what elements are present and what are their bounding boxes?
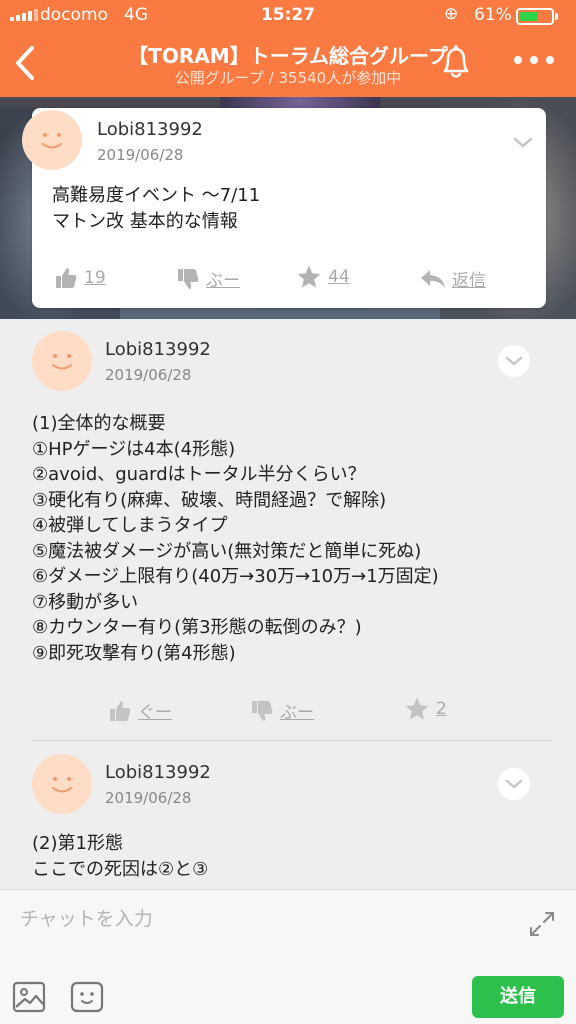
- sticker-button[interactable]: [70, 980, 104, 1014]
- more-icon: [546, 56, 554, 64]
- dislike-button[interactable]: ぶー: [176, 266, 240, 291]
- star-icon: [405, 697, 429, 720]
- message-body: (2)第1形態 ここでの死因は②と③: [32, 833, 209, 880]
- chat-input[interactable]: チャットを入力: [20, 904, 510, 938]
- reply-button[interactable]: 返信: [420, 266, 486, 291]
- thumbs-up-icon: [110, 700, 131, 721]
- chevron-down-icon[interactable]: [498, 768, 530, 800]
- send-button[interactable]: 送信: [472, 976, 564, 1018]
- pinned-message-body: 高難易度イベント 〜7/11 マトン改 基本的な情報: [52, 185, 261, 232]
- thumbs-down-icon: [178, 268, 199, 289]
- chat-message: Lobi813992 2019/06/28 (1)全体的な概要 ①HPゲージは4…: [0, 319, 576, 739]
- author-name[interactable]: Lobi813992: [105, 762, 211, 783]
- thumbs-up-icon: [56, 268, 77, 288]
- divider: [32, 740, 552, 741]
- more-icon: [530, 56, 538, 64]
- back-icon: [16, 46, 34, 80]
- star-count: 44: [328, 267, 350, 287]
- post-date: 2019/06/28: [105, 789, 192, 807]
- dislike-button[interactable]: ぶー: [250, 698, 314, 723]
- composer-bar: チャットを入力 送信: [0, 889, 576, 1024]
- like-count: 19: [84, 268, 106, 288]
- thumbs-down-icon: [252, 700, 273, 721]
- chevron-down-icon[interactable]: [498, 345, 530, 377]
- post-date: 2019/06/28: [97, 146, 184, 164]
- author-name[interactable]: Lobi813992: [105, 339, 211, 360]
- like-label: ぐー: [138, 703, 172, 723]
- avatar[interactable]: [32, 331, 92, 391]
- reply-icon: [421, 269, 445, 288]
- post-date: 2019/06/28: [105, 366, 192, 384]
- dislike-label: ぶー: [280, 703, 314, 723]
- like-button[interactable]: ぐー: [108, 698, 172, 723]
- header-bar: docomo 4G 15:27 ⊕ 61% 【TORAM】トーラム総合グループ …: [0, 0, 576, 97]
- chevron-down-icon[interactable]: [508, 128, 538, 158]
- message-body: (1)全体的な概要 ①HPゲージは4本(4形態) ②avoid、guardはトー…: [32, 413, 439, 664]
- chat-message: Lobi813992 2019/06/28 (2)第1形態 ここでの死因は②と③: [0, 742, 576, 889]
- star-button[interactable]: 2: [404, 696, 447, 722]
- image-button[interactable]: [12, 980, 46, 1014]
- star-button[interactable]: 44: [296, 264, 350, 290]
- pinned-message-card[interactable]: Lobi813992 2019/06/28 高難易度イベント 〜7/11 マトン…: [22, 108, 546, 308]
- expand-icon: [530, 912, 554, 936]
- back-button[interactable]: [10, 42, 40, 84]
- star-icon: [297, 265, 321, 288]
- battery-icon: [516, 8, 554, 25]
- like-button[interactable]: 19: [54, 266, 106, 290]
- avatar[interactable]: [32, 754, 92, 814]
- more-button[interactable]: [514, 56, 554, 70]
- image-icon: [12, 981, 46, 1013]
- status-bar: docomo 4G 15:27 ⊕ 61%: [0, 0, 576, 30]
- more-icon: [514, 56, 522, 64]
- avatar[interactable]: [22, 110, 82, 170]
- battery-cap: [555, 13, 558, 20]
- sticker-icon: [70, 981, 104, 1013]
- dislike-label: ぶー: [206, 271, 240, 291]
- star-count: 2: [436, 699, 447, 719]
- author-name[interactable]: Lobi813992: [97, 119, 203, 140]
- battery-percent: 61%: [474, 5, 512, 25]
- reply-label: 返信: [452, 271, 486, 291]
- bell-icon: [443, 45, 469, 78]
- rotation-lock-icon: ⊕: [444, 4, 459, 24]
- notification-button[interactable]: [438, 43, 474, 81]
- expand-button[interactable]: [528, 910, 556, 938]
